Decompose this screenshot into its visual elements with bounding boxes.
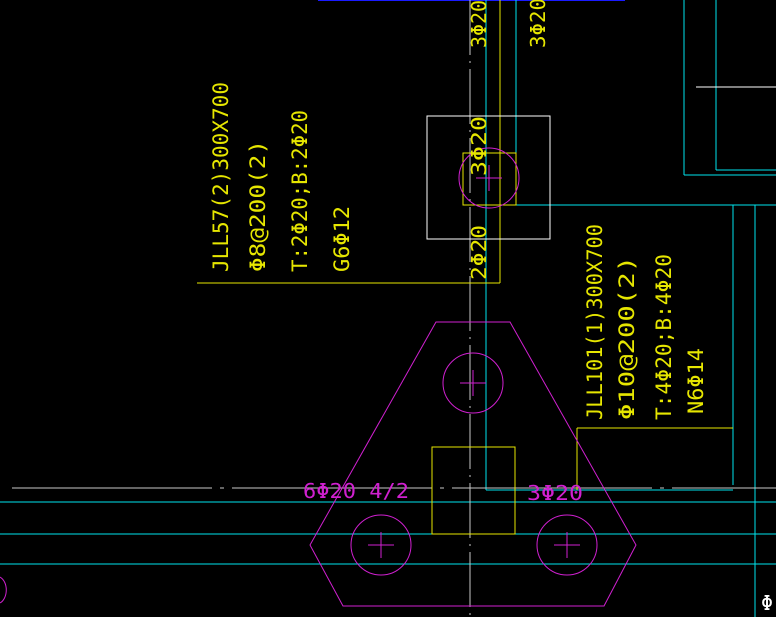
pile-center[interactable] (442, 352, 504, 414)
jll57-side-bars: G6Φ12 (330, 206, 354, 272)
pile-bottom-left[interactable] (350, 514, 412, 576)
jll101-side-bars: N6Φ14 (684, 348, 708, 414)
cad-drawing-canvas[interactable]: JLL57(2)300X700 Φ8@200(2) T:2Φ20;B:2Φ20 … (0, 0, 776, 617)
beam-label-jll57[interactable]: JLL57(2)300X700 Φ8@200(2) T:2Φ20;B:2Φ20 … (209, 82, 354, 272)
rebar-label-cap-right: 3Φ20 (527, 481, 583, 505)
jll101-designation: JLL101(1)300X700 (583, 224, 607, 420)
rebar-label-top-right: 3Φ20 (526, 0, 550, 48)
pile-bottom-right[interactable] (536, 514, 598, 576)
rebar-label-top-left: 3Φ20 (467, 0, 491, 48)
jll57-stirrup: Φ8@200(2) (246, 140, 270, 272)
rebar-label-edge-right: Φ (761, 591, 773, 615)
jll101-longitudinal: T:4Φ20;B:4Φ20 (652, 254, 676, 420)
rebar-label-cap-left: 6Φ20 4/2 (303, 479, 409, 503)
beam-label-jll101[interactable]: JLL101(1)300X700 Φ10@200(2) T:4Φ20;B:4Φ2… (583, 224, 708, 420)
rebar-label-column-lower: 2Φ20 (467, 225, 491, 280)
pile-edge-left (0, 576, 7, 604)
jll57-designation: JLL57(2)300X700 (209, 82, 233, 272)
jll101-stirrup: Φ10@200(2) (615, 256, 639, 420)
jll57-longitudinal: T:2Φ20;B:2Φ20 (288, 110, 312, 272)
rebar-label-column-upper: 3Φ20 (467, 116, 491, 176)
